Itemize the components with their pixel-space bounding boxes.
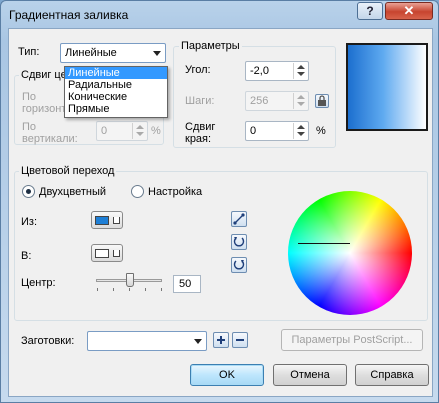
- spinner-arrows-icon[interactable]: [132, 123, 146, 139]
- clockwise-path-icon[interactable]: [231, 257, 247, 273]
- vertical-offset-value: 0: [101, 125, 108, 137]
- dialog-body: Тип: Линейные Линейные Радиальные Кониче…: [8, 28, 433, 397]
- plus-icon[interactable]: [213, 332, 229, 348]
- center-label: Центр:: [21, 277, 56, 289]
- gradient-fill-dialog: Градиентная заливка ? ✕ Тип: Линейные Ли…: [0, 0, 439, 403]
- slider-tick: [113, 288, 114, 291]
- cancel-button[interactable]: Отмена: [273, 364, 347, 386]
- chevron-down-icon: [194, 339, 202, 344]
- type-dropdown-list[interactable]: Линейные Радиальные Конические Прямые: [64, 66, 168, 118]
- gradient-preview: [346, 43, 428, 131]
- close-button[interactable]: ✕: [385, 2, 433, 20]
- steps-spinner[interactable]: 256: [245, 91, 309, 111]
- two-color-label: Двухцветный: [39, 186, 106, 198]
- vertical-offset-percent: %: [151, 125, 161, 137]
- type-select[interactable]: Линейные: [60, 43, 166, 63]
- title-bar[interactable]: Градиентная заливка ? ✕: [1, 1, 438, 27]
- window-title: Градиентная заливка: [9, 8, 129, 22]
- two-color-radio[interactable]: [22, 185, 35, 198]
- minus-icon[interactable]: [232, 332, 248, 348]
- edge-pad-label-1: Сдвиг: [185, 121, 216, 133]
- presets-select[interactable]: [87, 331, 207, 351]
- angle-spinner[interactable]: -2,0: [245, 61, 309, 81]
- chevron-down-icon: [153, 51, 161, 56]
- from-label: Из:: [21, 216, 38, 228]
- spinner-arrows-icon[interactable]: [293, 123, 307, 139]
- spinner-arrows-icon[interactable]: [293, 63, 307, 79]
- spinner-arrows-icon[interactable]: [293, 93, 307, 109]
- chevron-down-icon: [113, 250, 120, 257]
- edge-pad-label-2: края:: [185, 133, 212, 145]
- to-color-swatch: [95, 249, 109, 258]
- to-color-picker[interactable]: [91, 244, 123, 262]
- lock-icon[interactable]: [315, 94, 329, 108]
- edge-pad-percent: %: [316, 125, 326, 137]
- type-option-linear[interactable]: Линейные: [65, 67, 167, 79]
- slider-tick: [129, 288, 130, 291]
- angle-value: -2,0: [250, 65, 269, 77]
- slider-tick: [161, 288, 162, 291]
- slider-tick: [145, 288, 146, 291]
- slider-tick: [97, 288, 98, 291]
- custom-radio[interactable]: [131, 185, 144, 198]
- color-wheel[interactable]: [288, 191, 412, 315]
- counterclockwise-path-icon[interactable]: [231, 234, 247, 250]
- params-title: Параметры: [179, 40, 242, 52]
- vertical-offset-spinner[interactable]: 0: [96, 121, 148, 141]
- to-label: В:: [21, 250, 32, 262]
- help-button[interactable]: Справка: [355, 364, 429, 386]
- edge-pad-spinner[interactable]: 0: [245, 121, 309, 141]
- color-wheel-path-line: [298, 243, 350, 244]
- type-label: Тип:: [18, 46, 40, 58]
- steps-label: Шаги:: [185, 95, 215, 107]
- center-value-field[interactable]: 50: [173, 275, 201, 293]
- presets-label: Заготовки:: [21, 335, 75, 347]
- ok-button[interactable]: OK: [190, 364, 264, 386]
- from-color-swatch: [95, 216, 109, 225]
- angle-label: Угол:: [185, 64, 211, 76]
- center-slider-thumb[interactable]: [126, 273, 134, 287]
- type-option-radial[interactable]: Радиальные: [65, 79, 167, 91]
- color-blend-title: Цветовой переход: [19, 165, 117, 177]
- type-option-square[interactable]: Прямые: [65, 103, 167, 115]
- postscript-options-button[interactable]: Параметры PostScript...: [281, 329, 423, 351]
- vertical-offset-label: По вертикали:: [22, 121, 78, 145]
- type-option-conical[interactable]: Конические: [65, 91, 167, 103]
- chevron-down-icon: [113, 217, 120, 224]
- from-color-picker[interactable]: [91, 211, 123, 229]
- line-path-icon[interactable]: [231, 211, 247, 227]
- edge-pad-value: 0: [250, 125, 257, 137]
- help-title-button[interactable]: ?: [357, 2, 383, 20]
- custom-label: Настройка: [148, 186, 203, 198]
- type-select-value: Линейные: [65, 47, 117, 59]
- center-value: 50: [179, 278, 192, 290]
- steps-value: 256: [250, 95, 269, 107]
